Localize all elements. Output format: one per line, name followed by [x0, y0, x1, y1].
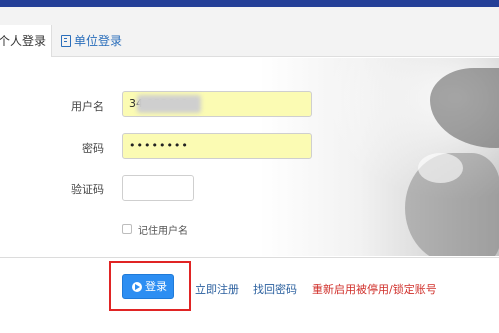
sign-in-arrow-icon: [132, 282, 142, 292]
reenable-account-link[interactable]: 重新启用被停用/锁定账号: [312, 281, 437, 297]
remember-username-checkbox[interactable]: [122, 224, 132, 234]
password-label: 密码: [82, 142, 104, 155]
background-car-headlight: [418, 153, 463, 183]
password-field[interactable]: ••••••••: [122, 133, 312, 159]
form-divider: [0, 257, 499, 258]
building-icon: [61, 35, 71, 47]
top-header-bar: [0, 0, 499, 7]
username-label: 用户名: [71, 100, 104, 113]
login-button-label: 登录: [145, 280, 167, 293]
tab-unit-login-label: 单位登录: [74, 34, 123, 48]
tab-unit-login[interactable]: 单位登录: [60, 25, 132, 57]
login-tab-strip: 个人登录 单位登录: [0, 7, 499, 57]
username-redaction-blur: [137, 95, 201, 113]
captcha-field[interactable]: [122, 175, 194, 201]
remember-username-label: 记住用户名: [138, 226, 188, 237]
tab-personal-login[interactable]: 个人登录: [0, 25, 52, 57]
login-button[interactable]: 登录: [122, 274, 174, 299]
register-link[interactable]: 立即注册: [195, 281, 239, 297]
captcha-label: 验证码: [71, 183, 104, 196]
recover-password-link[interactable]: 找回密码: [253, 281, 297, 297]
tab-personal-login-label: 个人登录: [0, 34, 47, 48]
